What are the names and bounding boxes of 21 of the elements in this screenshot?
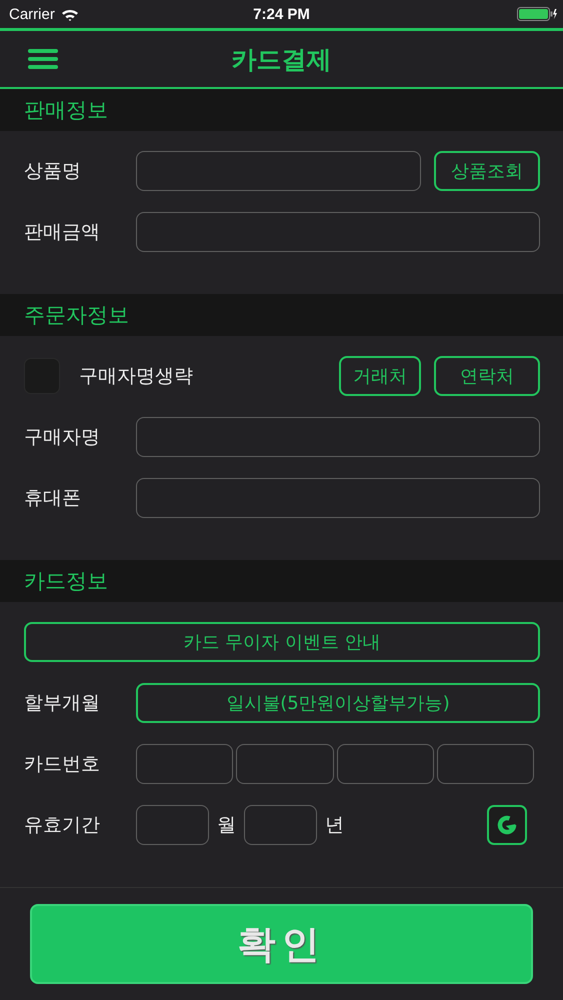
section-header: 판매정보	[0, 89, 563, 131]
event-info-button[interactable]: 카드 무이자 이벤트 안내	[24, 622, 540, 662]
section-header: 카드정보	[0, 560, 563, 602]
field-label: 구매자명	[24, 425, 101, 450]
status-time: 7:24 PM	[253, 6, 310, 22]
field-label: 할부개월	[24, 691, 101, 716]
unit-label: 월	[217, 813, 236, 838]
field-label: 카드번호	[24, 752, 101, 777]
field-label: 유효기간	[24, 813, 101, 838]
contact-button[interactable]: 연락처	[434, 356, 540, 396]
section-header: 주문자정보	[0, 294, 563, 336]
field-label: 상품명	[24, 159, 82, 184]
checkbox-label: 구매자명생략	[79, 364, 193, 389]
field-label: 판매금액	[24, 220, 101, 245]
installment-select[interactable]: 일시불(5만원이상할부가능)	[136, 683, 540, 723]
search-button[interactable]: 상품조회	[434, 151, 540, 191]
carrier-name: Carrier	[9, 6, 55, 22]
screen-title: 카드결제	[232, 44, 332, 76]
unit-label: 년	[325, 813, 344, 838]
field-label: 휴대폰	[24, 486, 82, 511]
contact-button[interactable]: 거래처	[339, 356, 421, 396]
